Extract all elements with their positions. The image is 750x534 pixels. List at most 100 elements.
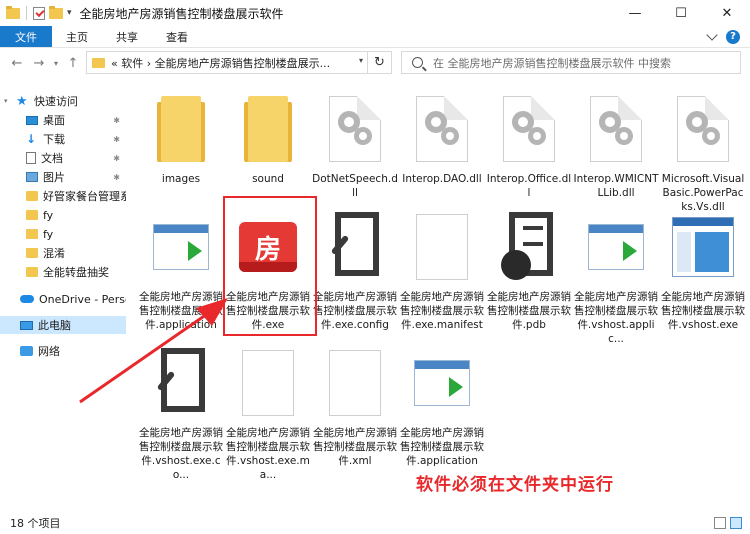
minimize-button[interactable]: — xyxy=(612,0,658,26)
file-item[interactable]: 全能房地产房源销售控制楼盘展示软件.exe.config xyxy=(312,208,398,332)
file-item[interactable]: images xyxy=(138,90,224,186)
back-button[interactable]: ← xyxy=(6,52,28,74)
nav-network[interactable]: 网络 xyxy=(0,342,126,360)
maximize-button[interactable]: ☐ xyxy=(658,0,704,26)
file-list: images sound DotNetSpeech.dll Interop.DA… xyxy=(128,78,750,508)
file-name: 全能房地产房源销售控制楼盘展示软件.application xyxy=(139,291,223,331)
file-name: 全能房地产房源销售控制楼盘展示软件.exe.manifest xyxy=(400,291,484,331)
dll-icon xyxy=(416,96,468,162)
address-path[interactable]: « 软件 › 全能房地产房源销售控制楼盘展示... xyxy=(111,55,330,71)
large-icons-view-icon[interactable] xyxy=(730,517,742,529)
tab-view[interactable]: 查看 xyxy=(152,26,202,47)
nav-label: 快速访问 xyxy=(34,95,78,108)
application-icon xyxy=(153,224,209,270)
dll-icon xyxy=(329,96,381,162)
file-item[interactable]: Interop.DAO.dll xyxy=(399,90,485,186)
expand-ribbon-icon[interactable] xyxy=(706,28,718,41)
new-folder-icon[interactable] xyxy=(49,5,63,19)
tab-file[interactable]: 文件 xyxy=(0,26,52,47)
nav-pictures[interactable]: 图片 ✱ xyxy=(0,168,126,186)
help-icon[interactable]: ? xyxy=(726,29,740,44)
folder-icon xyxy=(26,210,38,220)
file-item[interactable]: Microsoft.VisualBasic.PowerPacks.Vs.dll xyxy=(660,90,746,214)
address-bar[interactable]: « 软件 › 全能房地产房源销售控制楼盘展示... ▾ ↻ xyxy=(86,51,392,74)
file-name: 全能房地产房源销售控制楼盘展示软件.application xyxy=(400,427,484,467)
file-item[interactable]: sound xyxy=(225,90,311,186)
nav-onedrive[interactable]: OneDrive - Persona xyxy=(0,290,126,308)
dll-icon xyxy=(677,96,729,162)
pin-icon: ✱ xyxy=(113,191,120,201)
pin-icon: ✱ xyxy=(113,134,120,144)
up-button[interactable]: ↑ xyxy=(62,52,84,74)
search-input[interactable]: 在 全能房地产房源销售控制楼盘展示软件 中搜索 xyxy=(401,51,741,74)
refresh-button[interactable]: ↻ xyxy=(367,52,391,73)
address-row: ← → ▾ ↑ « 软件 › 全能房地产房源销售控制楼盘展示... ▾ ↻ 在 … xyxy=(0,49,750,77)
tab-home[interactable]: 主页 xyxy=(52,26,102,47)
divider xyxy=(26,6,27,20)
file-item[interactable]: 全能房地产房源销售控制楼盘展示软件.xml xyxy=(312,344,398,468)
file-name: 全能房地产房源销售控制楼盘展示软件.xml xyxy=(313,427,397,467)
nav-label: 文档 xyxy=(41,152,63,165)
file-item[interactable]: 全能房地产房源销售控制楼盘展示软件.vshost.exe xyxy=(660,208,746,332)
search-placeholder: 在 全能房地产房源销售控制楼盘展示软件 中搜索 xyxy=(433,56,671,70)
download-icon: ↓ xyxy=(26,132,37,146)
file-item[interactable]: DotNetSpeech.dll xyxy=(312,90,398,200)
close-button[interactable]: ✕ xyxy=(704,0,750,26)
nav-quick-access[interactable]: ▾ ★ 快速访问 xyxy=(0,92,126,110)
nav-downloads[interactable]: ↓ 下载 ✱ xyxy=(0,130,126,148)
file-item[interactable]: 全能房地产房源销售控制楼盘展示软件.pdb xyxy=(486,208,572,332)
pin-icon: ✱ xyxy=(113,115,120,125)
computer-icon xyxy=(20,320,33,330)
nav-label: 图片 xyxy=(43,171,65,184)
vshost-icon xyxy=(672,217,734,277)
file-name: DotNetSpeech.dll xyxy=(312,173,398,199)
chevron-down-icon[interactable]: ▾ xyxy=(67,8,72,18)
folder-icon xyxy=(6,5,20,19)
details-view-icon[interactable] xyxy=(714,517,726,529)
properties-icon[interactable] xyxy=(33,6,45,20)
item-count: 18 个项目 xyxy=(10,517,61,530)
config-icon xyxy=(327,212,383,282)
nav-folder-fy[interactable]: fy xyxy=(0,206,126,224)
nav-documents[interactable]: 文档 ✱ xyxy=(0,149,126,167)
nav-folder-fy-2[interactable]: fy xyxy=(0,225,126,243)
file-item[interactable]: 全能房地产房源销售控制楼盘展示软件.application xyxy=(138,208,224,332)
forward-button[interactable]: → xyxy=(28,52,50,74)
network-icon xyxy=(20,346,33,356)
nav-label: OneDrive - Persona xyxy=(39,292,126,306)
file-item[interactable]: 全能房地产房源销售控制楼盘展示软件.vshost.exe.co... xyxy=(138,344,224,482)
file-name: Interop.DAO.dll xyxy=(402,173,482,185)
nav-folder-haoguanjia[interactable]: 好管家餐台管理系 ✱ xyxy=(0,187,126,205)
nav-desktop[interactable]: 桌面 ✱ xyxy=(0,111,126,129)
title-bar: ▾ 全能房地产房源销售控制楼盘展示软件 — ☐ ✕ xyxy=(0,0,750,26)
nav-folder-zhuanpan[interactable]: 全能转盘抽奖 xyxy=(0,263,126,281)
nav-folder-hunxiao[interactable]: 混淆 xyxy=(0,244,126,262)
application-icon xyxy=(414,360,470,406)
file-item[interactable]: Interop.Office.dll xyxy=(486,90,572,200)
file-name: Interop.Office.dll xyxy=(486,173,572,199)
blank-file-icon xyxy=(242,350,294,416)
chevron-down-icon[interactable]: ▾ xyxy=(4,97,14,105)
file-item[interactable]: 全能房地产房源销售控制楼盘展示软件.application xyxy=(399,344,485,468)
file-item[interactable]: 全能房地产房源销售控制楼盘展示软件.exe.manifest xyxy=(399,208,485,332)
pin-icon: ✱ xyxy=(113,172,120,182)
folder-icon xyxy=(26,229,38,239)
chevron-down-icon[interactable]: ▾ xyxy=(359,56,363,65)
file-item[interactable]: 全能房地产房源销售控制楼盘展示软件.vshost.exe.ma... xyxy=(225,344,311,482)
application-icon xyxy=(588,224,644,270)
folder-icon xyxy=(26,191,38,201)
file-name: 全能房地产房源销售控制楼盘展示软件.vshost.exe xyxy=(661,291,745,331)
nav-this-pc[interactable]: 此电脑 xyxy=(0,316,126,334)
blank-file-icon xyxy=(416,214,468,280)
file-name: 全能房地产房源销售控制楼盘展示软件.vshost.applic... xyxy=(574,291,658,345)
file-item[interactable]: 全能房地产房源销售控制楼盘展示软件.vshost.applic... xyxy=(573,208,659,346)
folder-icon xyxy=(157,96,205,162)
desktop-icon xyxy=(26,115,38,125)
file-item[interactable]: Interop.WMICNTLLib.dll xyxy=(573,90,659,200)
window-title: 全能房地产房源销售控制楼盘展示软件 xyxy=(79,6,284,21)
tab-share[interactable]: 共享 xyxy=(102,26,152,47)
file-name: sound xyxy=(252,173,284,185)
nav-label: 此电脑 xyxy=(38,319,71,332)
nav-label: fy xyxy=(43,208,54,222)
recent-locations-button[interactable]: ▾ xyxy=(50,52,62,74)
